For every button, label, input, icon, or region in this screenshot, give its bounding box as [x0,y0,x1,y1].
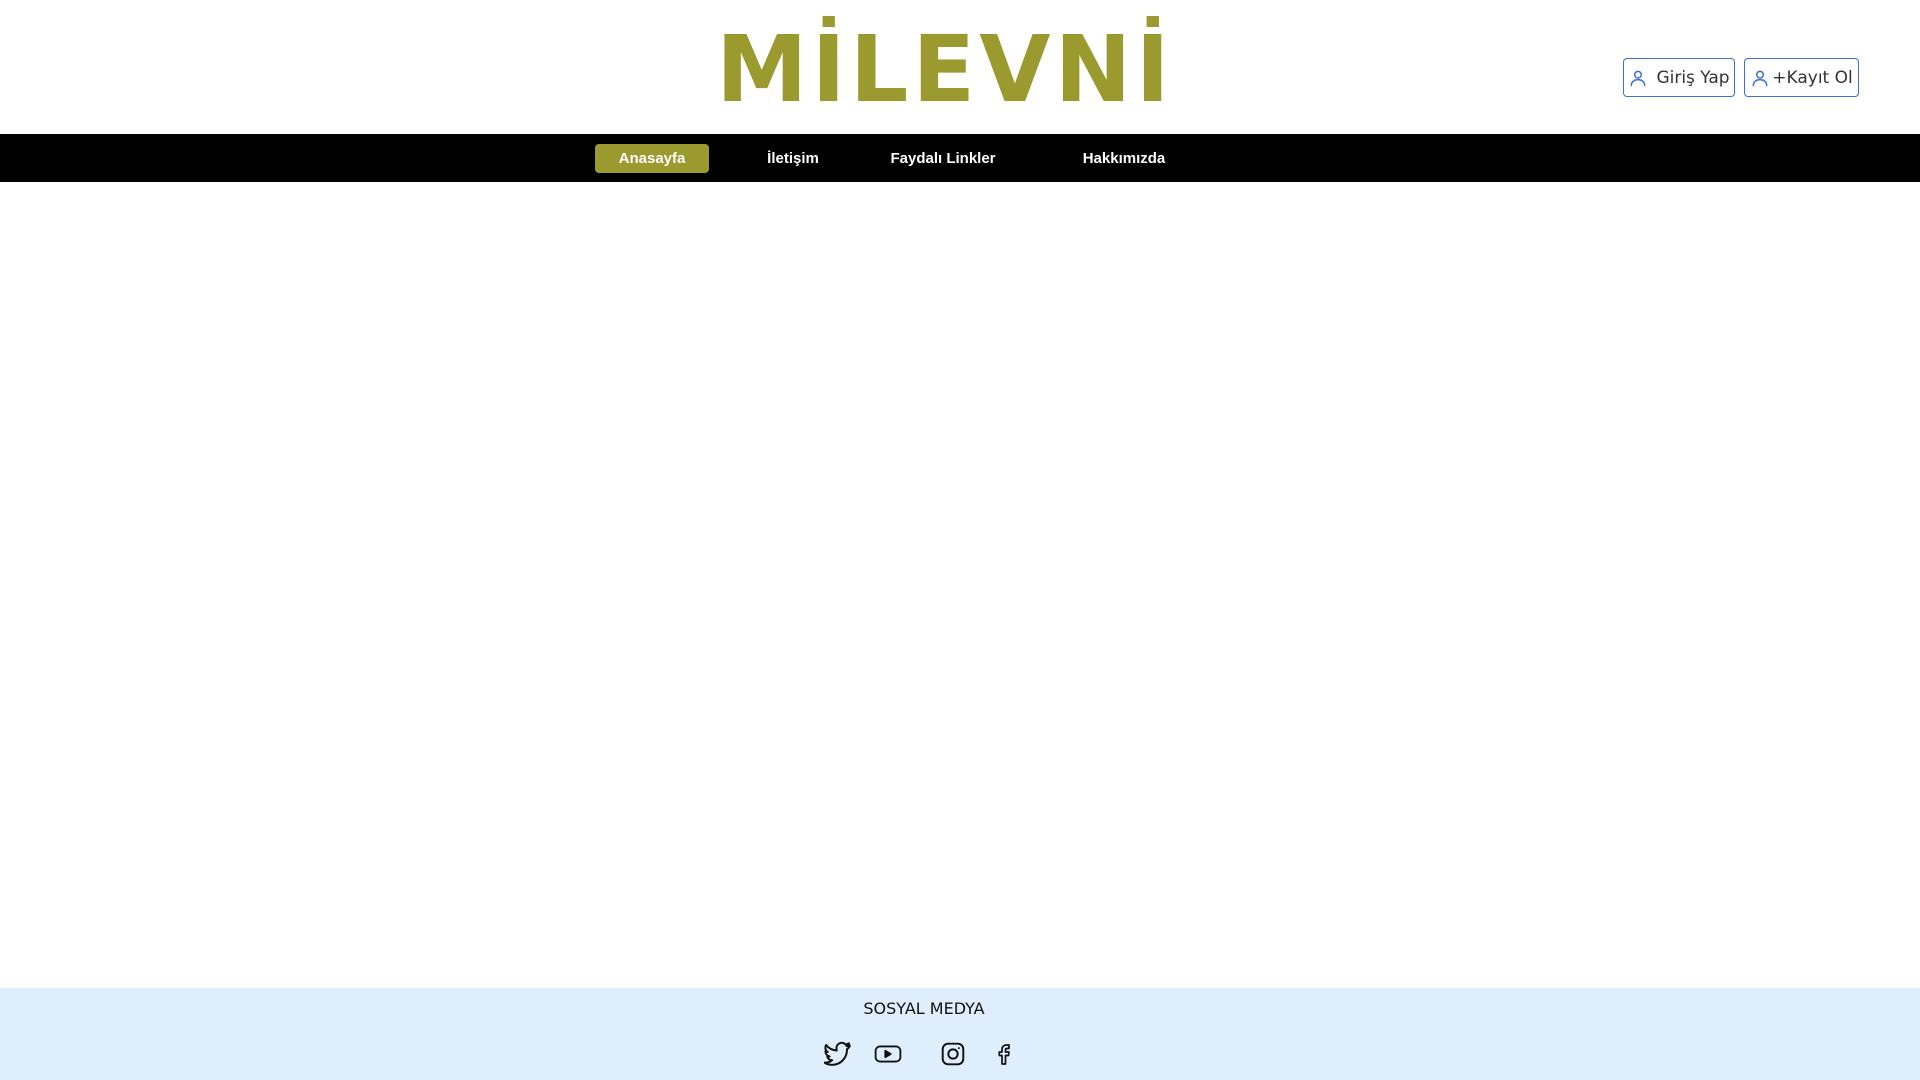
youtube-icon[interactable] [874,1040,902,1068]
login-button[interactable]: Giriş Yap [1623,58,1735,97]
instagram-icon[interactable] [939,1040,967,1068]
nav-item-about[interactable]: Hakkımızda [1059,144,1189,173]
twitter-icon[interactable] [824,1040,852,1068]
nav-item-useful-links[interactable]: Faydalı Linkler [878,144,1008,173]
facebook-icon[interactable] [990,1040,1018,1068]
register-label: +Kayıt Ol [1772,67,1853,88]
login-label: Giriş Yap [1656,67,1730,88]
footer: SOSYAL MEDYA [0,988,1920,1080]
nav-item-home[interactable]: Anasayfa [595,144,709,173]
main-navbar: Anasayfa İletişim Faydalı Linkler Hakkım… [0,134,1920,182]
user-icon [1628,68,1648,88]
site-logo[interactable]: MİLEVNİ [716,20,1174,120]
footer-title: SOSYAL MEDYA [863,999,985,1018]
nav-item-contact[interactable]: İletişim [742,144,844,173]
header: MİLEVNİ Giriş Yap +Kayıt Ol [0,0,1920,134]
register-button[interactable]: +Kayıt Ol [1744,58,1859,97]
user-icon [1750,68,1770,88]
